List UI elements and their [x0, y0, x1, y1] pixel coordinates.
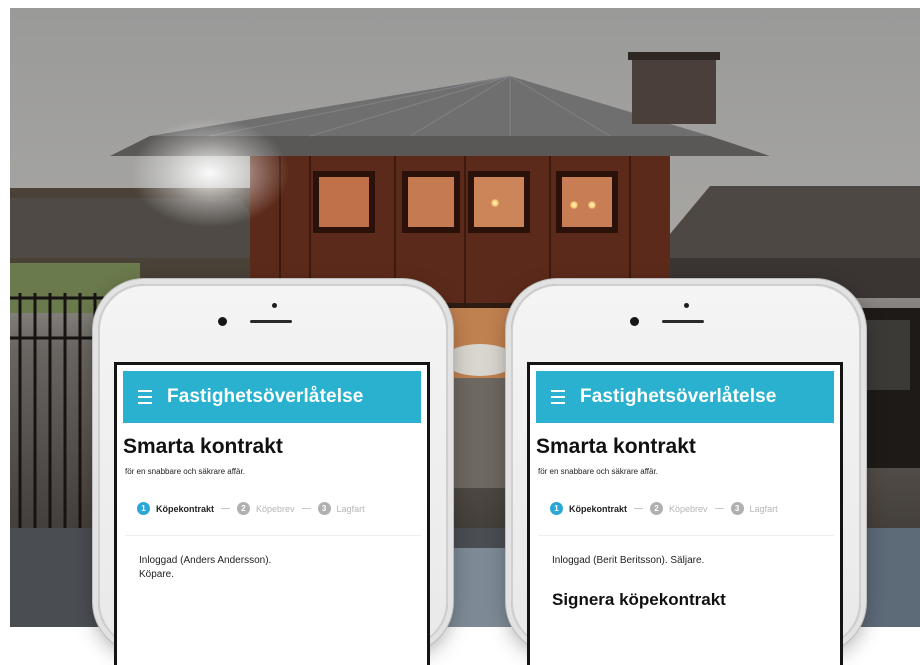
login-status-card: Inloggad (Anders Andersson). Köpare.: [125, 535, 421, 581]
proximity-sensor: [684, 303, 689, 308]
step-lagfart[interactable]: 3 Lagfart: [317, 502, 365, 515]
phone-screen: Fastighetsöverlåtelse Smarta kontrakt fö…: [114, 362, 430, 665]
step-separator: [634, 508, 644, 509]
page-subtitle: för en snabbare och säkrare affär.: [125, 467, 245, 476]
progress-stepper: 1 Köpekontrakt 2 Köpebrev 3 Lagfart: [550, 502, 840, 515]
role-text: Köpare.: [139, 568, 175, 580]
lamp-light: [588, 201, 596, 209]
step-label: Lagfart: [749, 503, 778, 514]
step-number-badge: 3: [730, 502, 744, 515]
lamp-light: [491, 199, 499, 207]
phone-mockup-right: Fastighetsöverlåtelse Smarta kontrakt fö…: [511, 284, 861, 665]
app-bar: Fastighetsöverlåtelse: [123, 371, 421, 423]
progress-stepper: 1 Köpekontrakt 2 Köpebrev 3 Lagfart: [137, 502, 427, 515]
step-label: Köpekontrakt: [156, 503, 215, 514]
app-title: Fastighetsöverlåtelse: [167, 386, 364, 407]
step-number-badge: 1: [137, 502, 150, 515]
step-kopebrev[interactable]: 2 Köpebrev: [237, 502, 295, 515]
front-camera-icon: [218, 317, 227, 326]
step-label: Lagfart: [336, 503, 365, 514]
hamburger-icon[interactable]: [536, 388, 580, 406]
lamp-light: [570, 201, 578, 209]
phone-mockup-left: Fastighetsöverlåtelse Smarta kontrakt fö…: [98, 284, 448, 665]
hamburger-icon[interactable]: [123, 388, 167, 406]
earpiece-speaker: [662, 320, 704, 323]
page-subtitle: för en snabbare och säkrare affär.: [538, 467, 658, 476]
login-status-text: Inloggad (Berit Beritsson). Säljare.: [552, 555, 705, 566]
step-kopebrev[interactable]: 2 Köpebrev: [650, 502, 708, 515]
step-separator: [221, 508, 231, 509]
step-label: Köpebrev: [669, 503, 708, 514]
step-separator: [714, 508, 724, 509]
step-number-badge: 2: [237, 502, 251, 515]
app-title: Fastighetsöverlåtelse: [580, 386, 777, 407]
step-number-badge: 2: [650, 502, 664, 515]
step-number-badge: 3: [317, 502, 331, 515]
app-bar: Fastighetsöverlåtelse: [536, 371, 834, 423]
phone-screen: Fastighetsöverlåtelse Smarta kontrakt fö…: [527, 362, 843, 665]
light-glow: [130, 118, 290, 228]
step-number-badge: 1: [550, 502, 563, 515]
page-heading: Smarta kontrakt: [123, 435, 283, 458]
page-heading: Smarta kontrakt: [536, 435, 696, 458]
step-kopekontrakt[interactable]: 1 Köpekontrakt: [550, 502, 627, 515]
step-label: Köpekontrakt: [569, 503, 628, 514]
earpiece-speaker: [250, 320, 292, 323]
step-separator: [301, 508, 311, 509]
section-title: Signera köpekontrakt: [552, 589, 726, 609]
proximity-sensor: [272, 303, 277, 308]
step-lagfart[interactable]: 3 Lagfart: [730, 502, 778, 515]
front-camera-icon: [630, 317, 639, 326]
step-label: Köpebrev: [256, 503, 295, 514]
step-kopekontrakt[interactable]: 1 Köpekontrakt: [137, 502, 214, 515]
login-status-card: Inloggad (Berit Beritsson). Säljare.: [538, 535, 834, 568]
login-status-text: Inloggad (Anders Andersson).: [139, 555, 272, 566]
